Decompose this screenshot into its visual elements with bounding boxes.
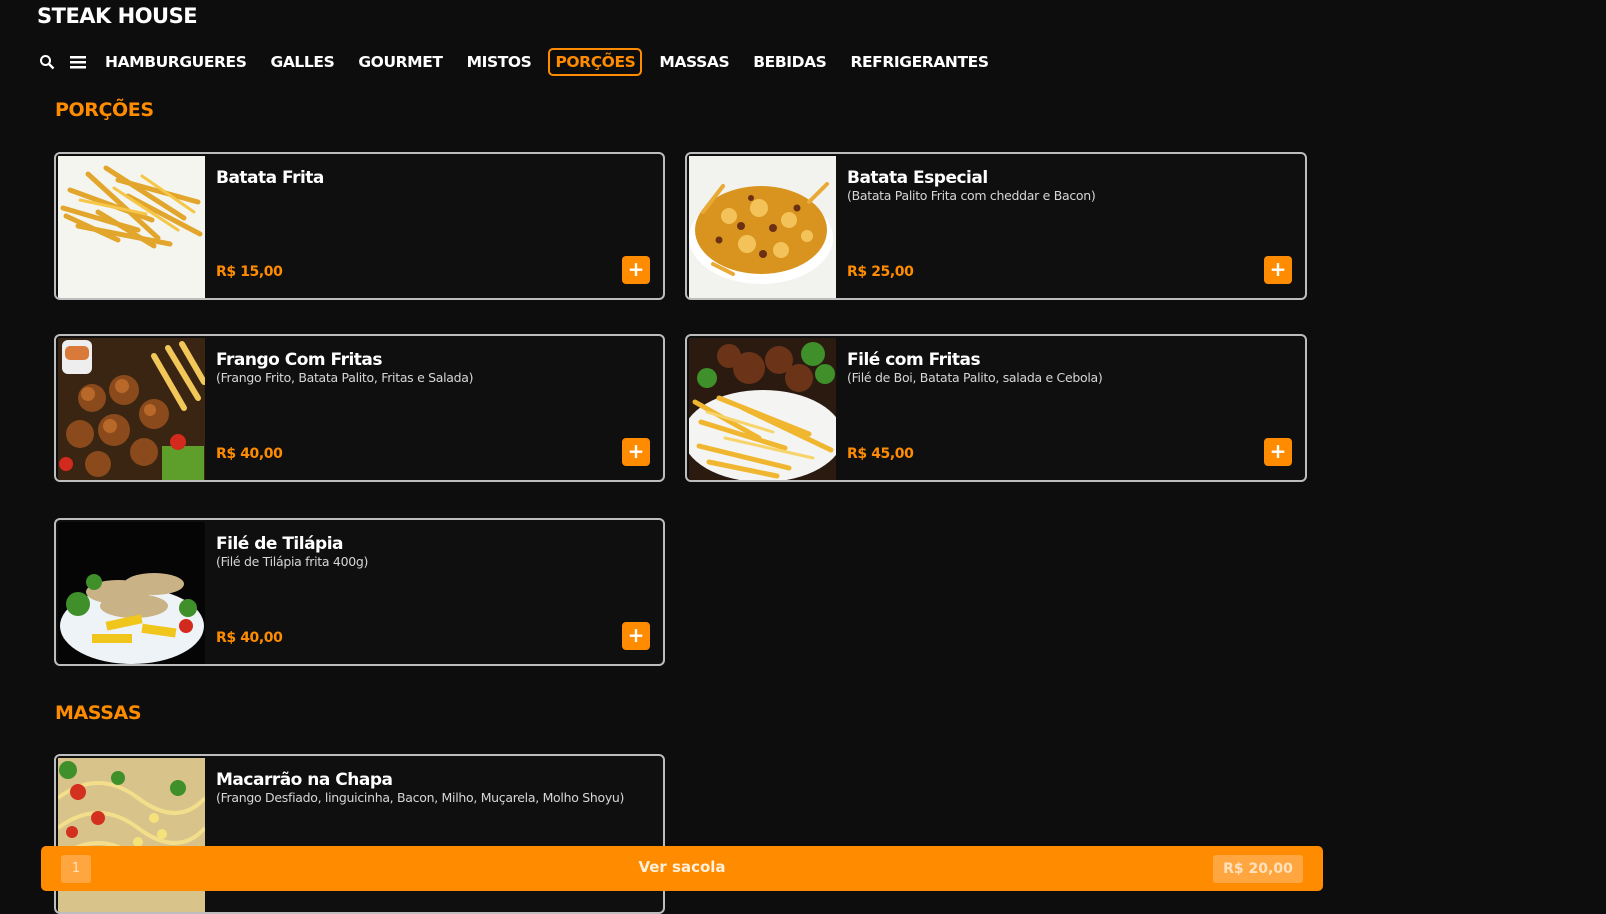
nav-tab-bebidas[interactable]: BEBIDAS: [746, 48, 833, 76]
add-to-bag-button[interactable]: +: [622, 438, 650, 466]
product-card[interactable]: Batata Frita R$ 15,00 +: [54, 152, 665, 300]
nav-tab-gourmet[interactable]: GOURMET: [351, 48, 449, 76]
section-title-porcoes: PORÇÕES: [55, 99, 154, 121]
product-name: Batata Frita: [216, 168, 324, 188]
product-name: Filé com Fritas: [847, 350, 981, 370]
nav-tab-galles[interactable]: GALLES: [264, 48, 342, 76]
nav-tab-refrigerantes[interactable]: REFRIGERANTES: [843, 48, 995, 76]
nav-tab-porcoes[interactable]: PORÇÕES: [548, 48, 643, 76]
view-bag-bar[interactable]: 1 Ver sacola R$ 20,00: [41, 846, 1323, 891]
menu-icon[interactable]: [67, 51, 89, 73]
product-card[interactable]: Frango Com Fritas (Frango Frito, Batata …: [54, 334, 665, 482]
product-card[interactable]: Filé com Fritas (Filé de Boi, Batata Pal…: [685, 334, 1307, 482]
product-image-file-de-tilapia: [58, 522, 205, 664]
product-name: Macarrão na Chapa: [216, 770, 393, 790]
view-bag-label: Ver sacola: [638, 858, 726, 876]
product-name: Batata Especial: [847, 168, 988, 188]
product-card[interactable]: Filé de Tilápia (Filé de Tilápia frita 4…: [54, 518, 665, 666]
search-icon[interactable]: [36, 51, 58, 73]
restaurant-name: STEAK HOUSE: [37, 4, 198, 28]
product-image-file-com-fritas: [689, 338, 836, 480]
bag-total: R$ 20,00: [1213, 855, 1303, 883]
section-title-massas: MASSAS: [55, 702, 142, 724]
product-price: R$ 15,00: [216, 264, 283, 280]
category-nav: HAMBURGUERES GALLES GOURMET MISTOS PORÇÕ…: [36, 47, 1006, 77]
nav-tab-hamburgueres[interactable]: HAMBURGUERES: [98, 48, 254, 76]
product-name: Filé de Tilápia: [216, 534, 344, 554]
product-image-batata-especial: [689, 156, 836, 298]
product-description: (Filé de Boi, Batata Palito, salada e Ce…: [847, 370, 1103, 385]
product-card[interactable]: Batata Especial (Batata Palito Frita com…: [685, 152, 1307, 300]
add-to-bag-button[interactable]: +: [622, 256, 650, 284]
product-price: R$ 45,00: [847, 446, 914, 462]
product-name: Frango Com Fritas: [216, 350, 383, 370]
product-image-batata-frita: [58, 156, 205, 298]
add-to-bag-button[interactable]: +: [1264, 438, 1292, 466]
nav-tab-massas[interactable]: MASSAS: [652, 48, 736, 76]
product-price: R$ 40,00: [216, 630, 283, 646]
product-description: (Batata Palito Frita com cheddar e Bacon…: [847, 188, 1096, 203]
product-price: R$ 40,00: [216, 446, 283, 462]
product-description: (Frango Desfiado, linguicinha, Bacon, Mi…: [216, 790, 625, 805]
add-to-bag-button[interactable]: +: [1264, 256, 1292, 284]
product-description: (Frango Frito, Batata Palito, Fritas e S…: [216, 370, 474, 385]
add-to-bag-button[interactable]: +: [622, 622, 650, 650]
product-price: R$ 25,00: [847, 264, 914, 280]
nav-tab-mistos[interactable]: MISTOS: [460, 48, 539, 76]
product-image-frango-com-fritas: [58, 338, 205, 480]
product-description: (Filé de Tilápia frita 400g): [216, 554, 369, 569]
